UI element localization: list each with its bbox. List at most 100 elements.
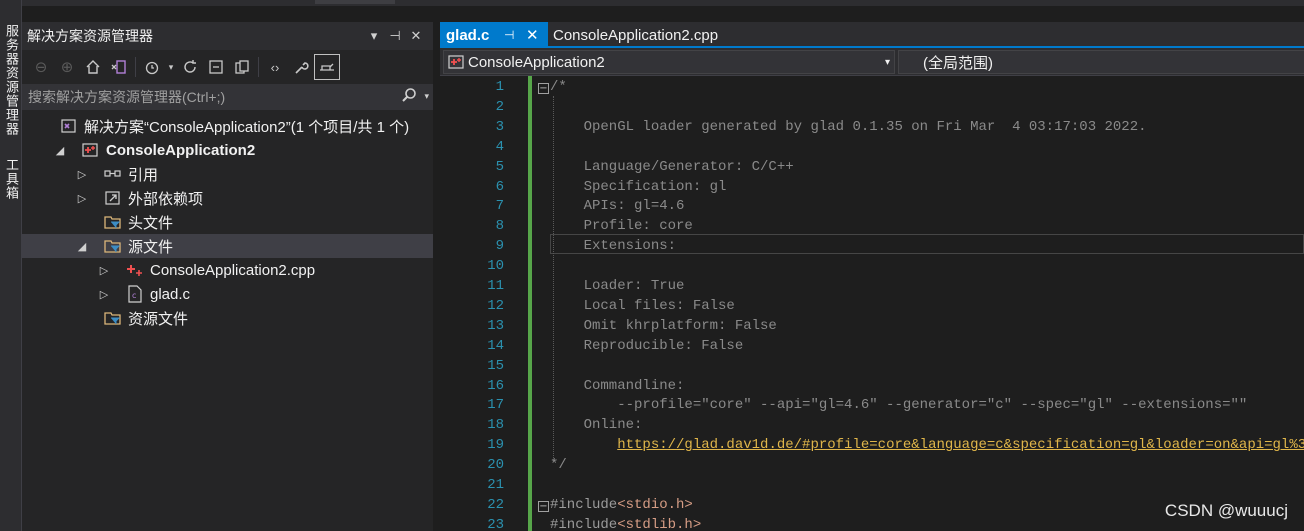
search-options-dropdown-icon[interactable]: ▾ xyxy=(424,91,429,102)
tree-item-label[interactable]: ConsoleApplication2 xyxy=(106,142,255,159)
line-number: 12 xyxy=(487,297,504,314)
collapsed-arrow-icon[interactable]: ▷ xyxy=(76,168,88,181)
code-line[interactable]: Specification: gl xyxy=(550,178,727,195)
code-line[interactable]: APIs: gl=4.6 xyxy=(550,198,685,215)
code-line[interactable]: Online: xyxy=(550,417,643,434)
home-icon[interactable] xyxy=(80,54,106,80)
line-number: 7 xyxy=(495,198,504,215)
sync-icon[interactable] xyxy=(177,54,203,80)
code-text: Specification: gl xyxy=(550,178,727,195)
external-deps-icon xyxy=(104,189,122,207)
chevron-down-icon[interactable]: ▾ xyxy=(885,57,890,68)
chevron-down-icon[interactable]: ▾ xyxy=(165,54,177,80)
code-line[interactable]: /* xyxy=(550,79,567,95)
expanded-arrow-icon[interactable]: ◢ xyxy=(76,240,88,253)
tree-item[interactable]: 资源文件 xyxy=(22,306,433,330)
tree-item-label[interactable]: 引用 xyxy=(128,164,158,185)
line-number: 10 xyxy=(487,258,504,275)
line-number: 3 xyxy=(495,118,504,135)
tree-item[interactable]: 头文件 xyxy=(22,210,433,234)
collapsed-arrow-icon[interactable]: ▷ xyxy=(76,192,88,205)
pending-changes-filter-icon[interactable] xyxy=(139,54,165,80)
code-line[interactable]: */ xyxy=(550,457,567,473)
code-text: */ xyxy=(550,457,567,474)
tree-item-label[interactable]: 解决方案“ConsoleApplication2”(1 个项目/共 1 个) xyxy=(84,116,409,137)
tree-item[interactable]: ▷ c glad.c xyxy=(22,282,433,306)
nav-project-label[interactable]: ConsoleApplication2 xyxy=(468,54,605,71)
show-all-files-icon[interactable] xyxy=(229,54,255,80)
svg-text:c: c xyxy=(132,291,136,300)
solution-explorer-search[interactable]: 搜索解决方案资源管理器(Ctrl+;) ▾ xyxy=(22,84,433,110)
solution-explorer-panel: 解决方案资源管理器 ▾ ⊣ ✕ ⊖ ⊕ ▾ ‹› 搜索解决方案资源管理器(Ctr… xyxy=(22,22,433,531)
include-header: <stdlib.h> xyxy=(617,516,702,531)
code-line[interactable]: https://glad.dav1d.de/#profile=core&lang… xyxy=(550,437,1304,453)
code-line[interactable]: Reproducible: False xyxy=(550,337,744,354)
tab-consoleapplication2-cpp[interactable]: ConsoleApplication2.cpp xyxy=(548,22,793,48)
search-input-placeholder[interactable]: 搜索解决方案资源管理器(Ctrl+;) xyxy=(28,87,225,107)
change-tracking-margin xyxy=(528,76,532,531)
fold-toggle-icon[interactable]: − xyxy=(538,83,549,94)
code-line[interactable]: Extensions: xyxy=(550,238,676,254)
project-dropdown[interactable]: ConsoleApplication2 ▾ xyxy=(443,50,895,74)
forward-icon[interactable]: ⊕ xyxy=(54,54,80,80)
tree-item-label[interactable]: 源文件 xyxy=(128,236,173,257)
server-explorer-tab[interactable]: 服务器资源管理器 xyxy=(2,24,21,136)
tab-glad-c[interactable]: glad.c ⊣ ✕ xyxy=(440,22,548,48)
code-view-icon[interactable]: ‹› xyxy=(262,54,288,80)
code-line[interactable]: Loader: True xyxy=(550,278,685,294)
close-panel-button[interactable]: ✕ xyxy=(407,26,425,46)
tree-item-label[interactable]: ConsoleApplication2.cpp xyxy=(150,262,315,279)
filter-folder-icon xyxy=(104,213,122,231)
code-line[interactable]: OpenGL loader generated by glad 0.1.35 o… xyxy=(550,119,1147,135)
expanded-arrow-icon[interactable]: ◢ xyxy=(54,144,66,157)
collapse-all-icon[interactable] xyxy=(203,54,229,80)
glad-url-link[interactable]: https://glad.dav1d.de/#profile=core&lang… xyxy=(617,437,1304,453)
code-line[interactable]: Language/Generator: C/C++ xyxy=(550,159,794,175)
code-line[interactable]: --profile="core" --api="gl=4.6" --genera… xyxy=(550,397,1247,413)
tree-item[interactable]: ◢ 源文件 xyxy=(22,234,433,258)
switch-views-icon[interactable] xyxy=(106,54,132,80)
close-tab-icon[interactable]: ✕ xyxy=(526,26,539,44)
tab-label[interactable]: ConsoleApplication2.cpp xyxy=(553,27,718,44)
line-number: 23 xyxy=(487,516,504,531)
line-number: 8 xyxy=(495,218,504,235)
tree-item-label[interactable]: 头文件 xyxy=(128,212,173,233)
line-number: 13 xyxy=(487,317,504,334)
code-text: Profile: core xyxy=(550,218,693,235)
pin-tab-icon[interactable]: ⊣ xyxy=(504,28,514,42)
pin-icon[interactable]: ⊣ xyxy=(386,26,404,46)
tree-item[interactable]: ▷ ConsoleApplication2.cpp xyxy=(22,258,433,282)
collapsed-arrow-icon[interactable]: ▷ xyxy=(98,288,110,301)
code-text: APIs: gl=4.6 xyxy=(550,198,685,215)
collapsed-arrow-icon[interactable]: ▷ xyxy=(98,264,110,277)
tree-item[interactable]: ▷ 外部依赖项 xyxy=(22,186,433,210)
code-line[interactable]: Profile: core xyxy=(550,218,693,234)
search-icon[interactable] xyxy=(401,87,417,108)
tree-item[interactable]: ◢ ConsoleApplication2 xyxy=(22,138,433,162)
tree-item[interactable]: ▷ 引用 xyxy=(22,162,433,186)
nav-scope-label[interactable]: (全局范围) xyxy=(923,52,993,73)
code-line[interactable]: Commandline: xyxy=(550,378,685,394)
back-icon[interactable]: ⊖ xyxy=(28,54,54,80)
fold-toggle-icon[interactable]: − xyxy=(538,500,549,512)
code-line[interactable]: #include<stdlib.h> xyxy=(550,517,701,531)
code-text: Reproducible: False xyxy=(550,337,744,354)
code-line[interactable]: #include<stdio.h> xyxy=(550,497,693,513)
window-position-dropdown[interactable]: ▾ xyxy=(365,26,383,46)
scope-dropdown[interactable]: (全局范围) xyxy=(898,50,1304,74)
code-line[interactable]: Omit khrplatform: False xyxy=(550,318,777,334)
code-line[interactable]: Local files: False xyxy=(550,298,735,314)
tree-item[interactable]: 解决方案“ConsoleApplication2”(1 个项目/共 1 个) xyxy=(22,114,433,138)
tab-label[interactable]: glad.c xyxy=(446,27,489,44)
preview-selected-items-icon[interactable] xyxy=(314,54,340,80)
code-text: Online: xyxy=(550,417,643,434)
tree-item-label[interactable]: 资源文件 xyxy=(128,308,188,329)
properties-wrench-icon[interactable] xyxy=(288,54,314,80)
tree-item-label[interactable]: 外部依赖项 xyxy=(128,188,203,209)
toolbox-tab[interactable]: 工具箱 xyxy=(2,158,21,200)
tree-item-label[interactable]: glad.c xyxy=(150,286,190,303)
code-text-area[interactable]: 1/* −2 3 OpenGL loader generated by glad 0… xyxy=(440,76,1304,531)
document-tabs: glad.c ⊣ ✕ ConsoleApplication2.cpp xyxy=(440,22,1304,48)
code-text: Language/Generator: C/C++ xyxy=(550,158,794,175)
